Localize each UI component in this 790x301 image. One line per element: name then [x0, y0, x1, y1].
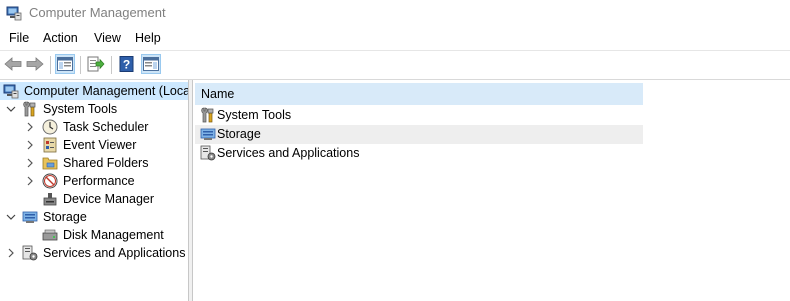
list-item-label: System Tools: [217, 108, 292, 122]
svg-text:?: ?: [123, 58, 130, 72]
disk-management-icon: [42, 227, 58, 243]
chevron-right-icon[interactable]: [24, 119, 36, 135]
storage-icon: [200, 126, 216, 142]
tree-item-label: Event Viewer: [63, 138, 137, 152]
tree-item-label: Storage: [43, 210, 87, 224]
tree-item-label: Performance: [63, 174, 135, 188]
computer-management-icon: [6, 5, 22, 21]
tree-item-services-and-applications[interactable]: Services and Applications: [0, 244, 188, 262]
services-and-applications-icon: [200, 145, 216, 161]
chevron-right-icon[interactable]: [24, 155, 36, 171]
forward-icon[interactable]: [25, 54, 45, 74]
column-header-name[interactable]: Name: [195, 83, 643, 105]
results-pane[interactable]: Name System Tools Storage Services and A…: [192, 80, 790, 301]
tree-item-label: Shared Folders: [63, 156, 149, 170]
column-header-label: Name: [201, 87, 235, 101]
shared-folders-icon: [42, 155, 58, 171]
tree-item-disk-management[interactable]: Disk Management: [0, 226, 188, 244]
menu-file[interactable]: File: [9, 31, 29, 45]
tree-item-performance[interactable]: Performance: [0, 172, 188, 190]
list-item-system-tools[interactable]: System Tools: [195, 106, 643, 125]
tree-item-shared-folders[interactable]: Shared Folders: [0, 154, 188, 172]
tree-item-label: Computer Management (Local: [24, 84, 189, 98]
toolbar: ?: [0, 50, 790, 80]
system-tools-icon: [200, 107, 216, 123]
tree-item-task-scheduler[interactable]: Task Scheduler: [0, 118, 188, 136]
window-title: Computer Management: [29, 5, 166, 20]
tree-item-label: Device Manager: [63, 192, 155, 206]
show-hide-console-tree-icon[interactable]: [55, 54, 75, 74]
export-list-icon[interactable]: [86, 54, 106, 74]
console-tree[interactable]: Computer Management (Local System Tools …: [0, 80, 189, 301]
menu-view[interactable]: View: [94, 31, 121, 45]
system-tools-icon: [22, 101, 38, 117]
chevron-right-icon[interactable]: [24, 173, 36, 189]
tree-item-label: Task Scheduler: [63, 120, 149, 134]
device-manager-icon: [42, 191, 58, 207]
list-item-storage[interactable]: Storage: [195, 125, 643, 144]
task-scheduler-icon: [42, 119, 58, 135]
help-icon[interactable]: ?: [117, 54, 137, 74]
title-bar: Computer Management: [0, 0, 790, 26]
chevron-right-icon[interactable]: [24, 137, 36, 153]
menu-bar: File Action View Help: [0, 28, 790, 48]
toolbar-separator: [111, 56, 112, 74]
services-and-applications-icon: [22, 245, 38, 261]
event-viewer-icon: [42, 137, 58, 153]
list-item-label: Services and Applications: [217, 146, 360, 160]
tree-item-label: System Tools: [43, 102, 118, 116]
chevron-right-icon[interactable]: [5, 245, 17, 261]
tree-item-label: Services and Applications: [43, 246, 186, 260]
toolbar-separator: [50, 56, 51, 74]
computer-management-icon: [3, 83, 19, 99]
tree-item-storage[interactable]: Storage: [0, 208, 188, 226]
storage-icon: [22, 209, 38, 225]
menu-action[interactable]: Action: [43, 31, 78, 45]
list-item-services-and-applications[interactable]: Services and Applications: [195, 144, 643, 163]
tree-item-event-viewer[interactable]: Event Viewer: [0, 136, 188, 154]
chevron-down-icon[interactable]: [5, 101, 17, 117]
show-hide-action-pane-icon[interactable]: [141, 54, 161, 74]
menu-help[interactable]: Help: [135, 31, 161, 45]
tree-item-label: Disk Management: [63, 228, 164, 242]
tree-item-device-manager[interactable]: Device Manager: [0, 190, 188, 208]
toolbar-separator: [80, 56, 81, 74]
performance-icon: [42, 173, 58, 189]
back-icon[interactable]: [3, 54, 23, 74]
tree-item-computer-management[interactable]: Computer Management (Local: [0, 82, 188, 100]
tree-item-system-tools[interactable]: System Tools: [0, 100, 188, 118]
chevron-down-icon[interactable]: [5, 209, 17, 225]
list-item-label: Storage: [217, 127, 261, 141]
